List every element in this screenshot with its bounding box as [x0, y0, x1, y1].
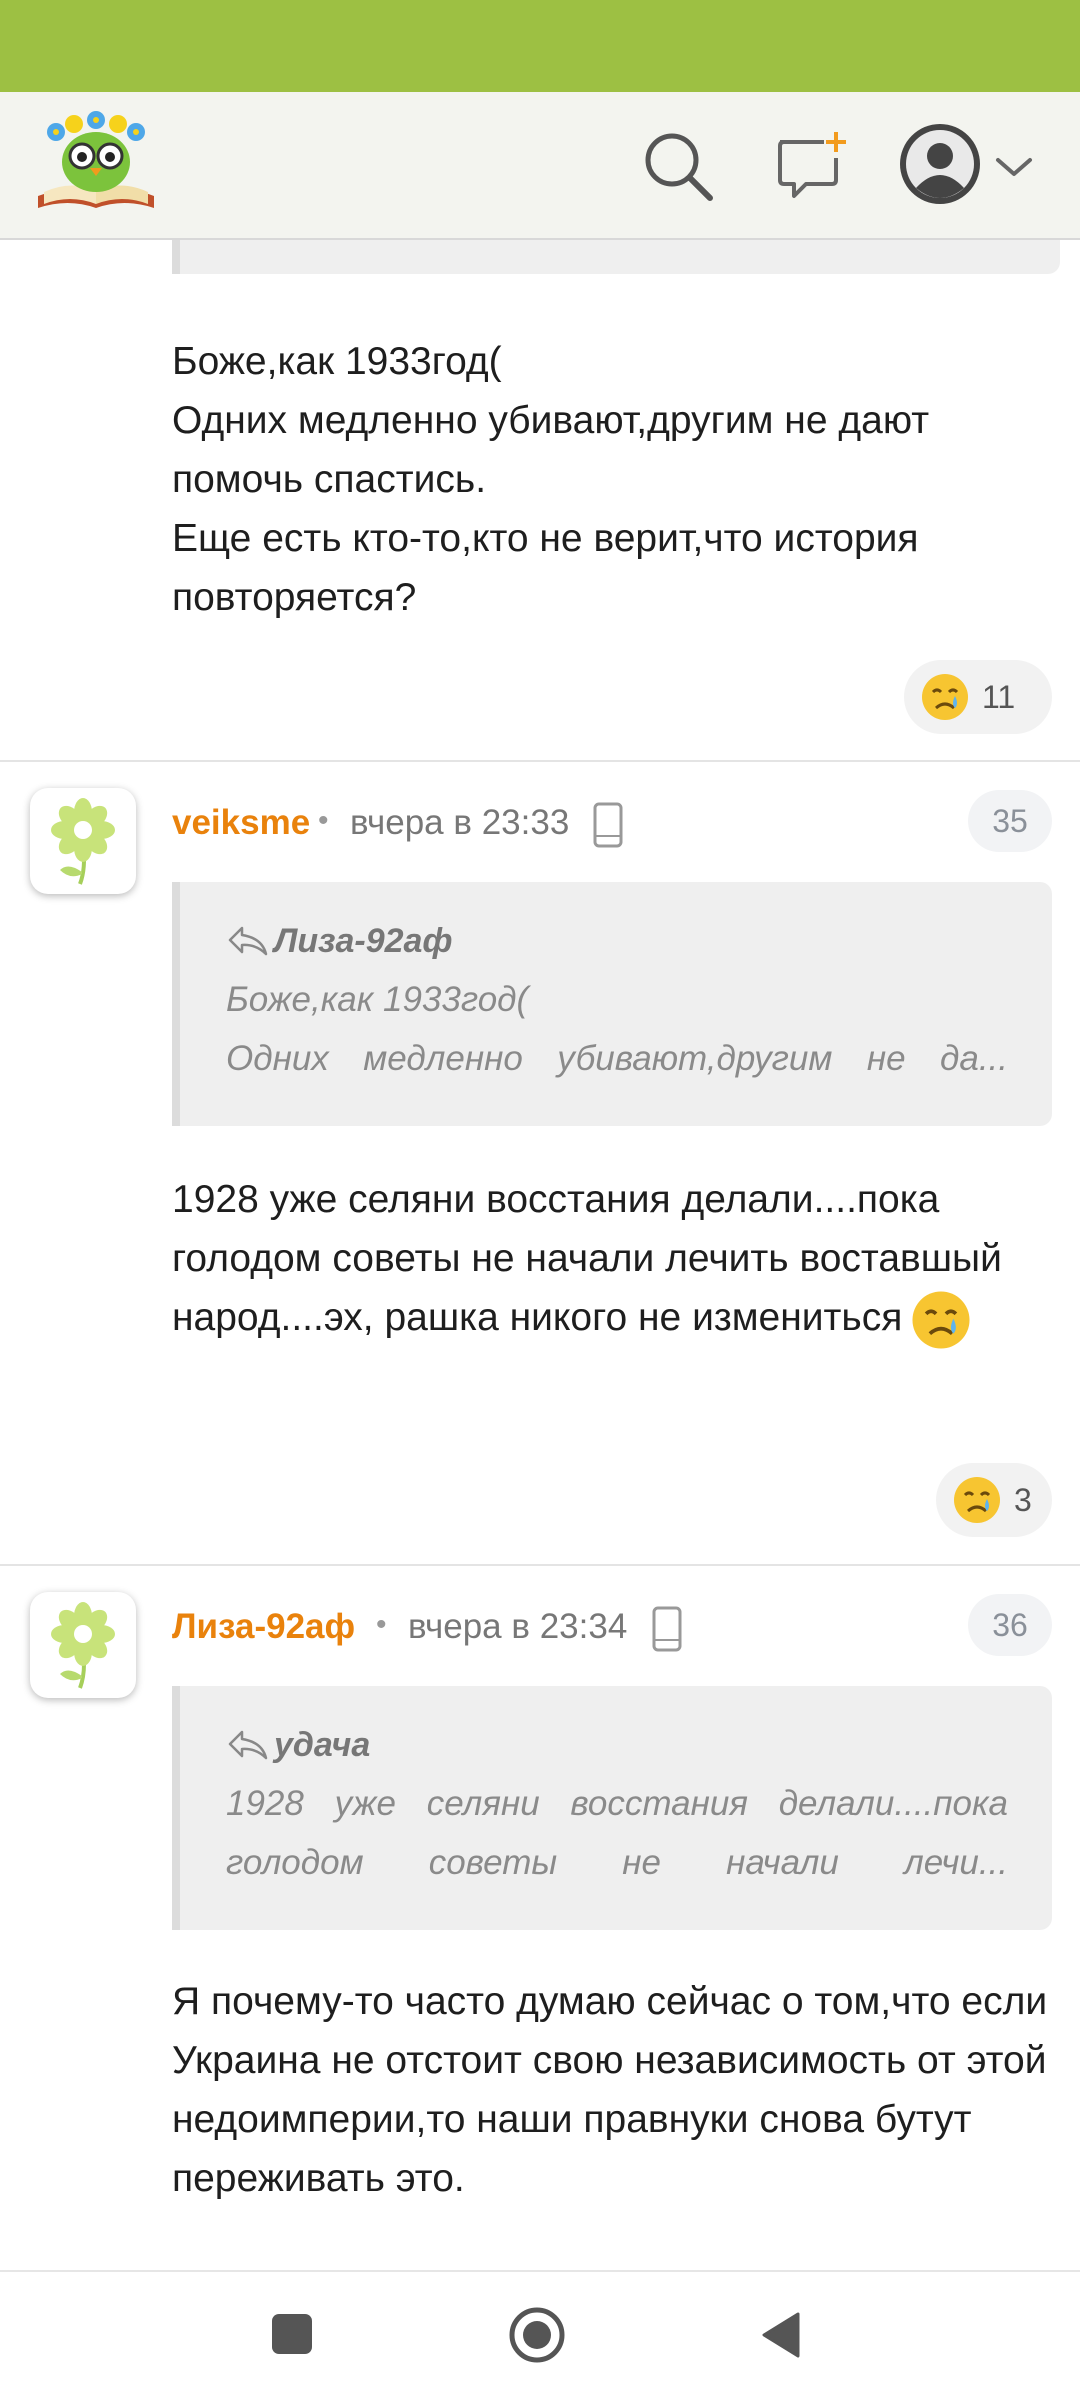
- reaction-count: 11: [982, 678, 1016, 715]
- quote-author: Лиза-92аф: [226, 918, 1008, 964]
- reaction-count: 3: [1014, 1481, 1032, 1518]
- mobile-device-icon: [593, 802, 623, 848]
- app-header: [0, 92, 1080, 240]
- daisy-avatar-icon: [51, 798, 115, 885]
- comment-number-badge[interactable]: 35: [968, 790, 1052, 852]
- reply-arrow-icon: [228, 926, 268, 956]
- quote-line: 1928 уже селяни восстания делали....пока: [226, 1784, 1008, 1823]
- avatar[interactable]: [30, 1592, 136, 1698]
- comment-text-content: 1928 уже селяни восстания делали....пока…: [172, 1178, 1002, 1339]
- quote-author: удача: [226, 1722, 1008, 1768]
- system-navigation-bar: [0, 2270, 1080, 2402]
- crying-face-icon: [912, 1291, 970, 1349]
- crying-face-icon: [922, 674, 968, 720]
- avatar[interactable]: [30, 788, 136, 894]
- back-button[interactable]: [758, 2310, 804, 2360]
- comment-author[interactable]: Лиза-92аф: [172, 1607, 355, 1647]
- reaction-button[interactable]: 3: [936, 1463, 1052, 1537]
- comment-text: 1928 уже селяни восстания делали....пока…: [172, 1170, 1062, 1351]
- triangle-back-icon: [762, 2312, 800, 2358]
- comment-text: Боже,как 1933год( Одних медленно убивают…: [172, 340, 930, 619]
- quote-block[interactable]: Лиза-92аф Боже,как 1933год( Одних медлен…: [172, 882, 1052, 1126]
- circle-icon: [509, 2307, 565, 2363]
- recents-button[interactable]: [270, 2312, 314, 2356]
- meta-separator: •: [376, 1608, 387, 1641]
- mobile-device-icon: [652, 1606, 682, 1652]
- site-logo[interactable]: [34, 110, 158, 220]
- quote-line: голодом советы не начали лечи...: [226, 1843, 1008, 1882]
- comment-text: Я почему-то часто думаю сейчас о том,что…: [172, 1980, 1048, 2200]
- home-button[interactable]: [508, 2306, 566, 2364]
- profile-menu-button[interactable]: [898, 120, 1038, 212]
- quote-author-name: удача: [274, 1725, 371, 1764]
- avatar-icon: [900, 124, 980, 204]
- quote-line: Боже,как 1933год(: [226, 980, 529, 1019]
- search-icon: [645, 133, 713, 201]
- comment-author[interactable]: veiksme: [172, 803, 310, 843]
- meta-separator: •: [318, 804, 329, 837]
- chevron-down-icon: [996, 158, 1032, 176]
- reply-arrow-icon: [228, 1730, 268, 1760]
- daisy-avatar-icon: [51, 1602, 115, 1689]
- comment-number-badge[interactable]: 36: [968, 1594, 1052, 1656]
- reaction-button[interactable]: 11: [904, 660, 1052, 734]
- search-button[interactable]: [640, 128, 716, 204]
- quote-line: Одних медленно убивают,другим не да...: [226, 1039, 1008, 1078]
- square-icon: [272, 2314, 312, 2354]
- quote-block: [172, 240, 1060, 274]
- quote-block[interactable]: удача 1928 уже селяни восстания делали..…: [172, 1686, 1052, 1930]
- new-message-button[interactable]: [774, 128, 850, 204]
- comments-feed[interactable]: Боже,как 1933год( Одних медленно убивают…: [0, 240, 1080, 2270]
- divider: [0, 760, 1080, 762]
- crying-face-icon: [954, 1477, 1000, 1523]
- comment-time: вчера в 23:33: [350, 803, 570, 842]
- comment-time: вчера в 23:34: [408, 1607, 628, 1646]
- divider: [0, 1564, 1080, 1566]
- status-bar: [0, 0, 1080, 92]
- quote-author-name: Лиза-92аф: [274, 921, 453, 960]
- new-message-icon: [778, 132, 846, 198]
